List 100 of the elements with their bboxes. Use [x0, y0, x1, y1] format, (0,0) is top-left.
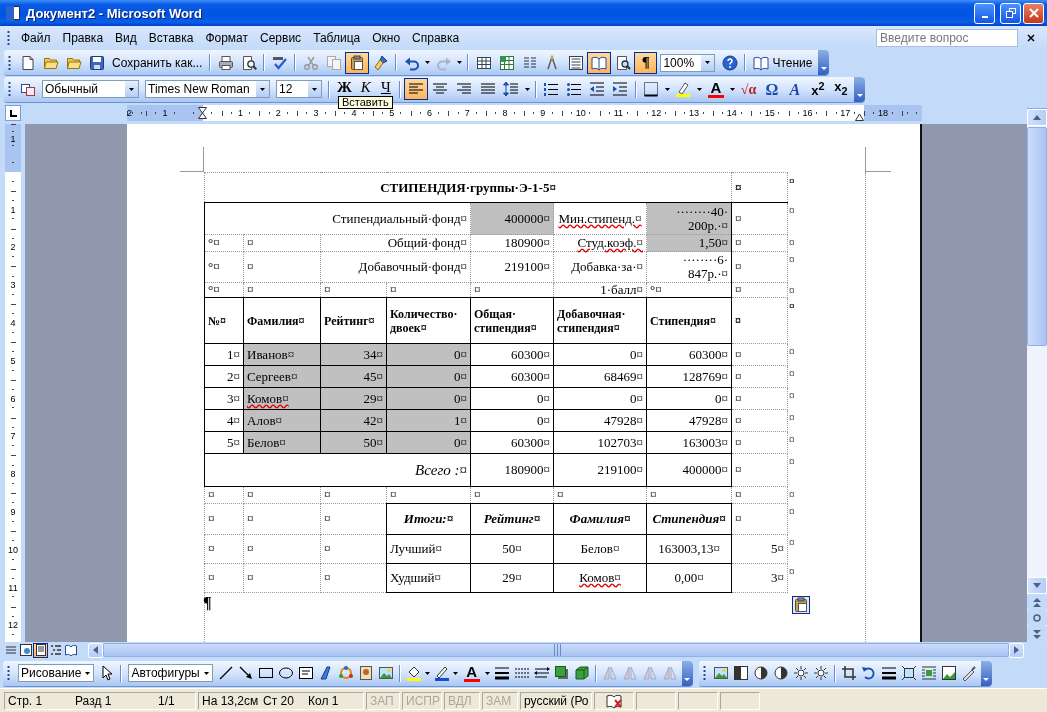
toolbar-grip[interactable] — [8, 81, 11, 97]
document-map-icon[interactable] — [567, 54, 584, 71]
toolbar-grip[interactable] — [702, 665, 706, 681]
menu-item[interactable]: Вид — [109, 28, 143, 47]
previous-page-button[interactable] — [1027, 594, 1047, 610]
arrow-styles-icon[interactable] — [533, 665, 550, 681]
format-picture-icon[interactable] — [940, 665, 957, 681]
toolbar-options-button[interactable] — [818, 50, 830, 75]
compress-icon[interactable] — [900, 665, 917, 681]
menu-item[interactable]: Формат — [199, 28, 255, 47]
left-arrow-icon[interactable] — [93, 646, 98, 654]
scroll-right-button[interactable] — [1009, 642, 1024, 658]
caret-icon[interactable] — [129, 87, 134, 91]
caret-icon[interactable] — [260, 87, 265, 91]
paint-bucket-icon[interactable] — [405, 665, 422, 681]
image-color-icon[interactable] — [732, 665, 749, 681]
brightness-icon[interactable] — [812, 665, 829, 681]
highlighter-icon[interactable] — [675, 81, 692, 97]
symbol-button[interactable]: Ω — [760, 78, 784, 100]
scroll-up-button[interactable] — [1027, 109, 1047, 126]
scroll-down-button[interactable] — [1027, 577, 1047, 594]
shadow-box-icon[interactable] — [553, 665, 570, 681]
printer-icon[interactable] — [217, 54, 234, 71]
toolbar-grip[interactable] — [8, 54, 11, 71]
oval-icon[interactable] — [277, 665, 294, 681]
book-icon[interactable] — [753, 54, 770, 71]
up-arrow-icon[interactable] — [1033, 115, 1041, 120]
toolbar-options-icon[interactable] — [982, 677, 991, 682]
circle-icon[interactable] — [1033, 614, 1041, 622]
increase-indent-icon[interactable] — [612, 81, 629, 97]
borders-icon[interactable] — [643, 81, 660, 97]
restore-icon[interactable] — [1005, 8, 1016, 18]
contrast-icon[interactable] — [752, 665, 769, 681]
rotate-left-icon[interactable] — [860, 665, 877, 681]
clip-art-icon[interactable] — [357, 665, 374, 681]
autoshapes-menu-button[interactable]: Автофигуры — [128, 664, 213, 682]
page-icon[interactable] — [19, 54, 36, 71]
menu-item[interactable]: Сервис — [254, 28, 308, 47]
toolbar-options-icon[interactable] — [683, 677, 692, 682]
rectangle-icon[interactable] — [257, 665, 274, 681]
print-preview-icon[interactable] — [240, 54, 257, 71]
superscript-button[interactable]: x$^{2}$ — [806, 78, 830, 100]
contrast-icon[interactable] — [772, 665, 789, 681]
toolbar-options-button[interactable] — [681, 660, 693, 686]
menu-item[interactable]: Таблица — [307, 28, 367, 47]
caret-icon[interactable] — [696, 87, 702, 91]
close-button[interactable] — [1023, 2, 1044, 24]
transparency-icon[interactable] — [960, 665, 977, 681]
font-dropdown[interactable]: Times New Roman — [145, 80, 270, 98]
caret-icon[interactable] — [453, 671, 459, 675]
diagram-icon[interactable] — [337, 665, 354, 681]
browse-object-button[interactable] — [1027, 610, 1047, 626]
decrease-indent-icon[interactable] — [589, 81, 606, 97]
picture-icon[interactable] — [377, 665, 394, 681]
caret-icon[interactable] — [485, 671, 491, 675]
arrow-icon[interactable] — [237, 665, 254, 681]
font-size-dropdown[interactable]: 12 — [276, 80, 322, 98]
caret-icon[interactable] — [664, 87, 670, 91]
right-arrow-icon[interactable] — [1014, 646, 1019, 654]
toolbar-options-button[interactable] — [980, 660, 992, 686]
minimize-button[interactable] — [974, 2, 995, 24]
caret-icon[interactable] — [729, 87, 735, 91]
line-icon[interactable] — [217, 665, 234, 681]
text-columns-icon[interactable] — [521, 54, 538, 71]
menu-item[interactable]: Справка — [406, 28, 466, 47]
toolbar-options-icon[interactable] — [819, 67, 828, 71]
spreadsheet-icon[interactable] — [498, 54, 515, 71]
scrollbar-thumb[interactable] — [1027, 127, 1047, 346]
indent-marker-icon[interactable] — [198, 107, 208, 119]
menu-item[interactable]: Вставка — [142, 28, 200, 47]
brush-icon[interactable] — [372, 54, 389, 71]
line-weights-icon[interactable] — [493, 665, 510, 681]
caret-icon[interactable] — [457, 61, 463, 64]
toolbar-grip[interactable] — [7, 665, 10, 681]
toolbar-options-icon[interactable] — [855, 93, 864, 98]
reading-button[interactable]: Чтение — [749, 51, 817, 74]
caret-icon[interactable] — [312, 87, 317, 91]
equation-button[interactable]: √α — [736, 78, 761, 100]
formatting-marks-button[interactable]: ¶ — [634, 51, 658, 74]
crop-icon[interactable] — [840, 665, 857, 681]
double-down-arrow-icon[interactable] — [1033, 629, 1041, 639]
numbered-list-icon[interactable] — [543, 81, 560, 97]
text-box-icon[interactable] — [297, 665, 314, 681]
font-color-button[interactable]: A — [703, 78, 728, 100]
spelling-check-icon[interactable] — [271, 54, 288, 71]
scrollbar-thumb[interactable] — [103, 643, 1009, 657]
menu-item[interactable]: Окно — [366, 28, 407, 47]
caret-icon[interactable] — [705, 61, 711, 64]
bulleted-list-icon[interactable] — [566, 81, 583, 97]
help-icon[interactable] — [721, 54, 738, 71]
subscript-button[interactable]: x$_{2}$ — [829, 78, 853, 100]
picture-icon[interactable] — [712, 665, 729, 681]
double-up-arrow-icon[interactable] — [1033, 597, 1041, 607]
toolbar-options-button[interactable] — [854, 76, 866, 102]
caret-icon[interactable] — [425, 61, 431, 64]
dash-styles-icon[interactable] — [513, 665, 530, 681]
drawing-menu-button[interactable]: Рисование — [18, 664, 95, 682]
style-dropdown[interactable]: Обычный — [42, 80, 139, 98]
help-search-field[interactable]: Введите вопрос — [876, 28, 1018, 47]
line-weights-icon[interactable] — [880, 665, 897, 681]
